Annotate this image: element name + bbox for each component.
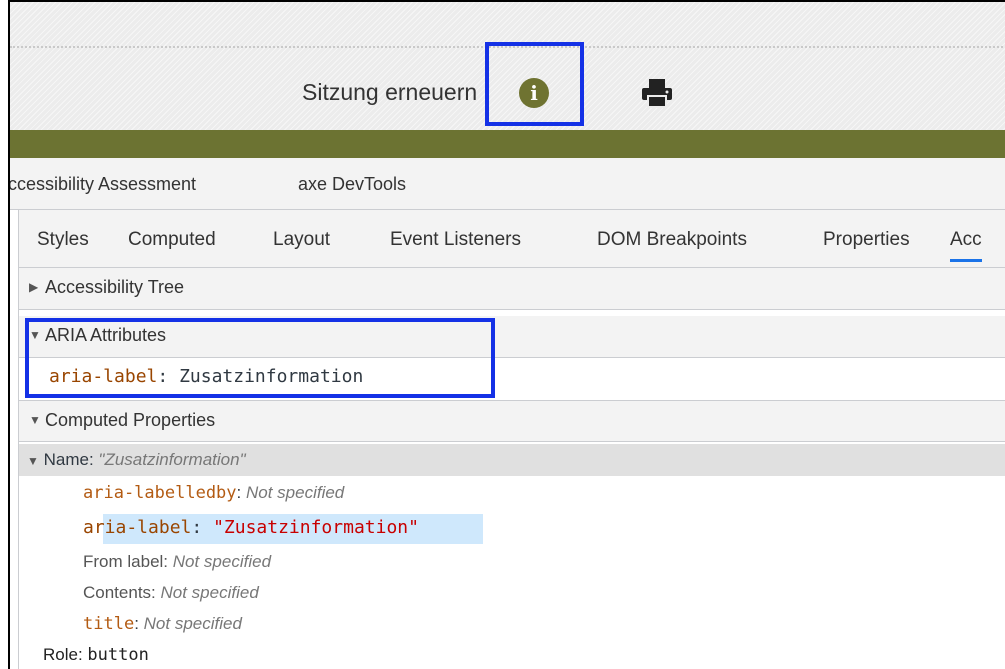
from-label-row: From label: Not specified xyxy=(83,552,271,572)
from-label-name: From label: xyxy=(83,552,173,571)
expanded-triangle-icon: ▼ xyxy=(27,454,39,468)
role-label: Role: xyxy=(43,645,88,664)
tab-styles[interactable]: Styles xyxy=(37,229,89,251)
tab-properties[interactable]: Properties xyxy=(823,229,910,251)
tab-accessibility-assessment[interactable]: ccessibility Assessment xyxy=(10,174,196,195)
role-row: Role: button xyxy=(43,645,149,665)
printer-icon[interactable] xyxy=(641,78,673,108)
label-name: aria-label xyxy=(83,517,192,538)
section-title: Computed Properties xyxy=(45,410,216,430)
name-label: Name: xyxy=(43,450,99,469)
devtools-top-tab-bar: ccessibility Assessment axe DevTools xyxy=(10,158,1005,210)
title-row: title: Not specified xyxy=(83,614,242,634)
tab-axe-devtools[interactable]: axe DevTools xyxy=(298,174,406,195)
collapsed-triangle-icon: ▶ xyxy=(29,280,39,294)
page-header-strip: Sitzung erneuern i xyxy=(10,2,1005,130)
tab-layout[interactable]: Layout xyxy=(273,229,330,251)
title-name: title xyxy=(83,614,135,634)
brand-color-band xyxy=(10,130,1005,158)
tab-computed[interactable]: Computed xyxy=(128,229,216,251)
section-title: Accessibility Tree xyxy=(45,277,185,297)
labelledby-value: Not specified xyxy=(245,483,345,502)
labelledby-name: aria-labelledby xyxy=(83,483,237,503)
expanded-triangle-icon: ▼ xyxy=(29,413,41,427)
tab-event-listeners[interactable]: Event Listeners xyxy=(390,229,521,251)
from-label-value: Not specified xyxy=(172,552,272,571)
computed-name: ▼ Name: "Zusatzinformation" xyxy=(27,450,246,470)
contents-row: Contents: Not specified xyxy=(83,583,259,603)
name-value: "Zusatzinformation" xyxy=(98,450,246,469)
tab-dom-breakpoints[interactable]: DOM Breakpoints xyxy=(597,229,747,251)
aria-label-computed-row: aria-label: "Zusatzinformation" xyxy=(83,517,419,538)
devtools-sidebar-tab-bar: Styles Computed Layout Event Listeners D… xyxy=(18,210,1005,268)
aria-attributes-highlight-box xyxy=(25,318,495,398)
labelledby-row: aria-labelledby: Not specified xyxy=(83,483,345,503)
screenshot-frame: Sitzung erneuern i ccessibility Assessme… xyxy=(8,0,1005,669)
info-icon-highlight-box xyxy=(485,42,584,126)
contents-name: Contents: xyxy=(83,583,161,602)
role-value: button xyxy=(87,645,149,665)
tab-accessibility[interactable]: Acc xyxy=(950,229,982,262)
computed-properties-header[interactable]: ▼ Computed Properties xyxy=(19,400,1005,442)
title-value: Not specified xyxy=(143,614,242,633)
accessibility-tree-header[interactable]: ▶ Accessibility Tree xyxy=(19,268,1005,310)
label-value: "Zusatzinformation" xyxy=(213,517,419,538)
contents-value: Not specified xyxy=(160,583,259,602)
session-renew-link[interactable]: Sitzung erneuern xyxy=(302,79,477,106)
